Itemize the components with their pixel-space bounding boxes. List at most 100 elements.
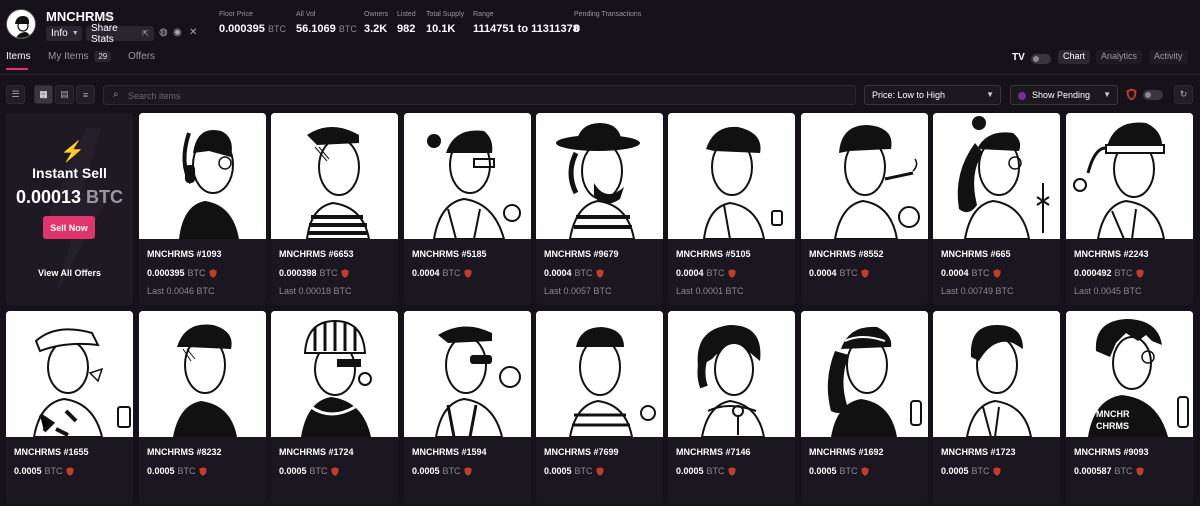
nft-name: MNCHRMS #2243 — [1074, 249, 1149, 259]
nft-image — [801, 113, 928, 240]
nft-price-unit: BTC — [839, 268, 858, 278]
discord-icon[interactable]: ◉ — [173, 27, 182, 38]
nft-price: 0.0004 BTC — [544, 268, 604, 278]
filter-icon[interactable]: ☰ — [6, 85, 25, 104]
nft-name: MNCHRMS #1692 — [809, 447, 884, 457]
grid-small-icon[interactable]: ▤ — [55, 85, 74, 104]
shield-icon — [1135, 268, 1144, 278]
instant-sell-unit: BTC — [86, 187, 124, 207]
tab-analytics[interactable]: Analytics — [1096, 50, 1143, 64]
nft-card[interactable]: MNCHRMS #2243 0.000492 BTC Last 0.0045 BT… — [1066, 113, 1193, 305]
nft-image — [668, 311, 795, 438]
pending-select[interactable]: Show Pending ▼ — [1010, 85, 1118, 105]
nft-last-sale: Last 0.0057 BTC — [544, 286, 612, 296]
nft-price-unit: BTC — [971, 466, 990, 476]
list-icon[interactable]: ≡ — [76, 85, 95, 104]
nft-price-value: 0.0005 — [544, 466, 572, 476]
nft-price-value: 0.0004 — [412, 268, 440, 278]
nft-name: MNCHRMS #5185 — [412, 249, 487, 259]
globe-icon[interactable]: ◍ — [159, 27, 168, 38]
nft-card[interactable]: MNCHRMS #1723 0.0005 BTC — [933, 311, 1060, 505]
stat-value: 3.2K — [364, 23, 388, 35]
nft-name: MNCHRMS #6653 — [279, 249, 354, 259]
search-input[interactable] — [128, 89, 828, 102]
nft-image — [668, 113, 795, 240]
chart-toggle[interactable] — [1031, 54, 1051, 64]
shield-icon — [727, 268, 736, 278]
refresh-icon[interactable]: ↻ — [1174, 85, 1193, 104]
nft-card[interactable]: MNCHRMS #8232 0.0005 BTC — [139, 311, 266, 505]
x-icon[interactable]: ✕ — [189, 27, 197, 38]
nft-name: MNCHRMS #1093 — [147, 249, 222, 259]
nft-name: MNCHRMS #9679 — [544, 249, 619, 259]
nft-name: MNCHRMS #1594 — [412, 447, 487, 457]
grid-large-icon[interactable]: ▦ — [34, 85, 53, 104]
tab-activity[interactable]: Activity — [1149, 50, 1188, 64]
stat-unit: BTC — [267, 24, 286, 34]
info-dropdown[interactable]: Info ▼ — [46, 26, 82, 41]
nft-name: MNCHRMS #7146 — [676, 447, 751, 457]
nft-card[interactable]: MNCHRMS #7146 0.0005 BTC — [668, 311, 795, 505]
nft-card[interactable]: MNCHRMS #665 0.0004 BTC Last 0.00749 BTC — [933, 113, 1060, 305]
nft-image — [271, 113, 398, 240]
nft-name: MNCHRMS #9093 — [1074, 447, 1149, 457]
nft-card[interactable]: MNCHRMS #5105 0.0004 BTC Last 0.0001 BTC — [668, 113, 795, 305]
nft-card[interactable]: MNCHRMS #1724 0.0005 BTC — [271, 311, 398, 505]
tab-offers[interactable]: Offers — [128, 51, 155, 62]
nft-card[interactable]: MNCHRMS #1692 0.0005 BTC — [801, 311, 928, 505]
nft-price: 0.0005 BTC — [14, 466, 74, 476]
nft-price: 0.0004 BTC — [941, 268, 1001, 278]
sell-now-button[interactable]: Sell Now — [43, 216, 95, 239]
tab-my-items[interactable]: My Items 29 — [48, 51, 112, 62]
shield-icon — [992, 268, 1001, 278]
nft-price-unit: BTC — [177, 466, 196, 476]
nft-card[interactable]: MNCHRMS #8552 0.0004 BTC — [801, 113, 928, 305]
nft-price: 0.0004 BTC — [676, 268, 736, 278]
collection-header: MNCHRMS ☆ Info ▼ Share Stats ⇱ ◍ ◉ ✕ Flo… — [0, 0, 1200, 46]
nft-card[interactable]: MNCHR CHRMS MNCHRMS #9093 0.000587 BTC — [1066, 311, 1193, 505]
sort-select[interactable]: Price: Low to High ▼ — [864, 85, 1001, 105]
tab-chart[interactable]: Chart — [1058, 50, 1091, 64]
nft-card[interactable]: MNCHRMS #6653 0.000398 BTC Last 0.00018 B… — [271, 113, 398, 305]
nft-price-value: 0.0004 — [676, 268, 704, 278]
nft-card[interactable]: MNCHRMS #7699 0.0005 BTC — [536, 311, 663, 505]
nft-image — [801, 311, 928, 437]
shield-icon — [860, 268, 869, 278]
nft-price-unit: BTC — [309, 466, 328, 476]
instant-sell-title: Instant Sell — [32, 165, 107, 181]
shield-icon — [463, 268, 472, 278]
shield-icon — [463, 466, 472, 476]
header-divider — [0, 74, 1200, 75]
stat-total-supply: Total Supply 10.1K — [426, 11, 464, 35]
nft-price-unit: BTC — [706, 466, 725, 476]
stat-label: All Vol — [296, 11, 316, 18]
shield-toggle[interactable] — [1143, 90, 1163, 100]
nft-price-value: 0.0004 — [941, 268, 969, 278]
share-stats-button[interactable]: Share Stats ⇱ — [86, 23, 154, 45]
nft-card[interactable]: MNCHRMS #5185 0.0004 BTC — [404, 113, 531, 305]
nft-card[interactable]: MNCHRMS #1594 0.0005 BTC — [404, 311, 531, 505]
nft-price-unit: BTC — [187, 268, 206, 278]
instant-sell-price: 0.00013 BTC — [6, 187, 133, 208]
nft-price-value: 0.000398 — [279, 268, 317, 278]
nft-price: 0.000398 BTC — [279, 268, 349, 278]
nft-card[interactable]: MNCHRMS #1093 0.000395 BTC Last 0.0046 BT… — [139, 113, 266, 305]
tab-my-items-label: My Items — [48, 51, 89, 62]
nft-card[interactable]: MNCHRMS #9679 0.0004 BTC Last 0.0057 BTC — [536, 113, 663, 305]
nft-last-sale: Last 0.0045 BTC — [1074, 286, 1142, 296]
nft-price-unit: BTC — [574, 268, 593, 278]
nft-price-value: 0.0004 — [809, 268, 837, 278]
nft-last-sale: Last 0.00749 BTC — [941, 286, 1014, 296]
tab-items[interactable]: Items — [6, 51, 30, 62]
instant-sell-value: 0.00013 — [15, 187, 82, 207]
search-bar[interactable]: ⌕ — [103, 85, 856, 105]
nft-card[interactable]: MNCHRMS #1655 0.0005 BTC — [6, 311, 133, 505]
view-all-offers-link[interactable]: View All Offers — [6, 268, 133, 278]
stat-label: Pending Transactions — [574, 11, 642, 18]
stat-listed: Listed 982 — [397, 11, 416, 35]
chevron-down-icon: ▼ — [71, 30, 79, 37]
stat-pending-transactions: Pending Transactions 0 — [574, 11, 641, 35]
stat-value: 0 — [574, 23, 581, 35]
nft-price: 0.000492 BTC — [1074, 268, 1144, 278]
stat-value: 0.000395 — [219, 23, 265, 35]
